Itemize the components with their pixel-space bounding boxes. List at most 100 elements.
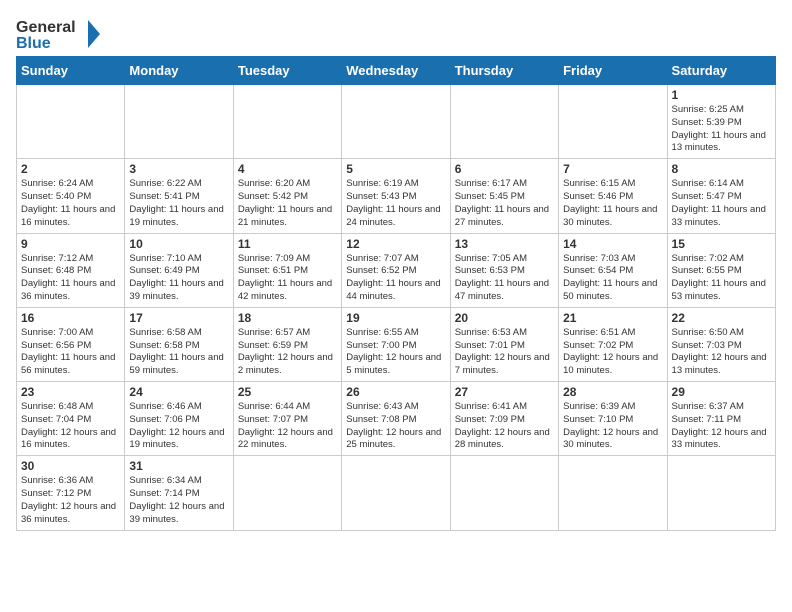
day-number: 5 bbox=[346, 162, 445, 176]
day-number: 10 bbox=[129, 237, 228, 251]
day-number: 20 bbox=[455, 311, 554, 325]
calendar-header-row: SundayMondayTuesdayWednesdayThursdayFrid… bbox=[17, 57, 776, 85]
day-info: Sunrise: 7:07 AM Sunset: 6:52 PM Dayligh… bbox=[346, 253, 445, 304]
day-info: Sunrise: 7:12 AM Sunset: 6:48 PM Dayligh… bbox=[21, 253, 120, 304]
day-number: 15 bbox=[672, 237, 771, 251]
calendar-table: SundayMondayTuesdayWednesdayThursdayFrid… bbox=[16, 56, 776, 531]
calendar-cell: 23Sunrise: 6:48 AM Sunset: 7:04 PM Dayli… bbox=[17, 382, 125, 456]
day-info: Sunrise: 6:24 AM Sunset: 5:40 PM Dayligh… bbox=[21, 178, 120, 229]
day-info: Sunrise: 6:39 AM Sunset: 7:10 PM Dayligh… bbox=[563, 401, 662, 452]
day-info: Sunrise: 6:25 AM Sunset: 5:39 PM Dayligh… bbox=[672, 104, 771, 155]
day-info: Sunrise: 6:15 AM Sunset: 5:46 PM Dayligh… bbox=[563, 178, 662, 229]
day-info: Sunrise: 6:44 AM Sunset: 7:07 PM Dayligh… bbox=[238, 401, 337, 452]
day-number: 29 bbox=[672, 385, 771, 399]
day-number: 23 bbox=[21, 385, 120, 399]
calendar-cell: 8 Sunrise: 6:14 AM Sunset: 5:47 PM Daylig… bbox=[667, 159, 775, 233]
day-number: 16 bbox=[21, 311, 120, 325]
day-info: Sunrise: 7:09 AM Sunset: 6:51 PM Dayligh… bbox=[238, 253, 337, 304]
day-info: Sunrise: 6:34 AM Sunset: 7:14 PM Dayligh… bbox=[129, 475, 228, 526]
day-info: Sunrise: 6:22 AM Sunset: 5:41 PM Dayligh… bbox=[129, 178, 228, 229]
day-info: Sunrise: 6:50 AM Sunset: 7:03 PM Dayligh… bbox=[672, 327, 771, 378]
calendar-cell: 6Sunrise: 6:17 AM Sunset: 5:45 PM Daylig… bbox=[450, 159, 558, 233]
calendar-cell bbox=[17, 85, 125, 159]
svg-text:Blue: Blue bbox=[16, 35, 51, 52]
page-header: GeneralBlue bbox=[16, 16, 776, 52]
day-info: Sunrise: 7:05 AM Sunset: 6:53 PM Dayligh… bbox=[455, 253, 554, 304]
day-info: Sunrise: 6:57 AM Sunset: 6:59 PM Dayligh… bbox=[238, 327, 337, 378]
calendar-cell: 2 Sunrise: 6:24 AM Sunset: 5:40 PM Daylig… bbox=[17, 159, 125, 233]
calendar-cell bbox=[342, 456, 450, 530]
calendar-cell: 17 Sunrise: 6:58 AM Sunset: 6:58 PM Dayli… bbox=[125, 307, 233, 381]
calendar-cell: 20 Sunrise: 6:53 AM Sunset: 7:01 PM Dayli… bbox=[450, 307, 558, 381]
calendar-week-2: 9 Sunrise: 7:12 AM Sunset: 6:48 PM Daylig… bbox=[17, 233, 776, 307]
calendar-cell: 29Sunrise: 6:37 AM Sunset: 7:11 PM Dayli… bbox=[667, 382, 775, 456]
calendar-week-3: 16 Sunrise: 7:00 AM Sunset: 6:56 PM Dayli… bbox=[17, 307, 776, 381]
calendar-cell bbox=[450, 85, 558, 159]
weekday-header-wednesday: Wednesday bbox=[342, 57, 450, 85]
day-info: Sunrise: 6:53 AM Sunset: 7:01 PM Dayligh… bbox=[455, 327, 554, 378]
calendar-cell: 31 Sunrise: 6:34 AM Sunset: 7:14 PM Dayli… bbox=[125, 456, 233, 530]
day-number: 4 bbox=[238, 162, 337, 176]
weekday-header-monday: Monday bbox=[125, 57, 233, 85]
day-info: Sunrise: 6:36 AM Sunset: 7:12 PM Dayligh… bbox=[21, 475, 120, 526]
day-info: Sunrise: 6:14 AM Sunset: 5:47 PM Dayligh… bbox=[672, 178, 771, 229]
day-number: 9 bbox=[21, 237, 120, 251]
logo: GeneralBlue bbox=[16, 16, 106, 52]
calendar-cell: 24 Sunrise: 6:46 AM Sunset: 7:06 PM Dayli… bbox=[125, 382, 233, 456]
day-number: 12 bbox=[346, 237, 445, 251]
calendar-cell bbox=[450, 456, 558, 530]
calendar-cell bbox=[559, 456, 667, 530]
day-number: 26 bbox=[346, 385, 445, 399]
weekday-header-thursday: Thursday bbox=[450, 57, 558, 85]
calendar-cell bbox=[559, 85, 667, 159]
calendar-cell: 26 Sunrise: 6:43 AM Sunset: 7:08 PM Dayli… bbox=[342, 382, 450, 456]
calendar-cell: 28 Sunrise: 6:39 AM Sunset: 7:10 PM Dayli… bbox=[559, 382, 667, 456]
day-info: Sunrise: 6:55 AM Sunset: 7:00 PM Dayligh… bbox=[346, 327, 445, 378]
calendar-week-4: 23Sunrise: 6:48 AM Sunset: 7:04 PM Dayli… bbox=[17, 382, 776, 456]
day-number: 14 bbox=[563, 237, 662, 251]
day-number: 31 bbox=[129, 459, 228, 473]
calendar-cell: 15Sunrise: 7:02 AM Sunset: 6:55 PM Dayli… bbox=[667, 233, 775, 307]
weekday-header-sunday: Sunday bbox=[17, 57, 125, 85]
calendar-cell: 9 Sunrise: 7:12 AM Sunset: 6:48 PM Daylig… bbox=[17, 233, 125, 307]
day-info: Sunrise: 7:00 AM Sunset: 6:56 PM Dayligh… bbox=[21, 327, 120, 378]
calendar-cell: 12 Sunrise: 7:07 AM Sunset: 6:52 PM Dayli… bbox=[342, 233, 450, 307]
calendar-cell: 10 Sunrise: 7:10 AM Sunset: 6:49 PM Dayli… bbox=[125, 233, 233, 307]
calendar-cell bbox=[233, 85, 341, 159]
day-number: 28 bbox=[563, 385, 662, 399]
calendar-cell: 14Sunrise: 7:03 AM Sunset: 6:54 PM Dayli… bbox=[559, 233, 667, 307]
day-number: 11 bbox=[238, 237, 337, 251]
day-info: Sunrise: 6:19 AM Sunset: 5:43 PM Dayligh… bbox=[346, 178, 445, 229]
calendar-cell: 27 Sunrise: 6:41 AM Sunset: 7:09 PM Dayli… bbox=[450, 382, 558, 456]
calendar-cell: 1Sunrise: 6:25 AM Sunset: 5:39 PM Daylig… bbox=[667, 85, 775, 159]
day-number: 18 bbox=[238, 311, 337, 325]
weekday-header-tuesday: Tuesday bbox=[233, 57, 341, 85]
calendar-week-1: 2 Sunrise: 6:24 AM Sunset: 5:40 PM Daylig… bbox=[17, 159, 776, 233]
day-number: 2 bbox=[21, 162, 120, 176]
day-number: 30 bbox=[21, 459, 120, 473]
day-info: Sunrise: 6:58 AM Sunset: 6:58 PM Dayligh… bbox=[129, 327, 228, 378]
svg-text:General: General bbox=[16, 19, 76, 36]
calendar-cell: 19 Sunrise: 6:55 AM Sunset: 7:00 PM Dayli… bbox=[342, 307, 450, 381]
day-number: 8 bbox=[672, 162, 771, 176]
calendar-cell bbox=[342, 85, 450, 159]
day-info: Sunrise: 6:17 AM Sunset: 5:45 PM Dayligh… bbox=[455, 178, 554, 229]
day-info: Sunrise: 7:10 AM Sunset: 6:49 PM Dayligh… bbox=[129, 253, 228, 304]
day-number: 7 bbox=[563, 162, 662, 176]
day-number: 24 bbox=[129, 385, 228, 399]
day-info: Sunrise: 6:20 AM Sunset: 5:42 PM Dayligh… bbox=[238, 178, 337, 229]
day-info: Sunrise: 6:41 AM Sunset: 7:09 PM Dayligh… bbox=[455, 401, 554, 452]
calendar-cell: 11 Sunrise: 7:09 AM Sunset: 6:51 PM Dayli… bbox=[233, 233, 341, 307]
day-number: 27 bbox=[455, 385, 554, 399]
day-number: 19 bbox=[346, 311, 445, 325]
day-number: 25 bbox=[238, 385, 337, 399]
calendar-cell: 3Sunrise: 6:22 AM Sunset: 5:41 PM Daylig… bbox=[125, 159, 233, 233]
day-info: Sunrise: 6:46 AM Sunset: 7:06 PM Dayligh… bbox=[129, 401, 228, 452]
day-number: 17 bbox=[129, 311, 228, 325]
day-info: Sunrise: 6:43 AM Sunset: 7:08 PM Dayligh… bbox=[346, 401, 445, 452]
calendar-cell: 25 Sunrise: 6:44 AM Sunset: 7:07 PM Dayli… bbox=[233, 382, 341, 456]
weekday-header-saturday: Saturday bbox=[667, 57, 775, 85]
calendar-cell: 13Sunrise: 7:05 AM Sunset: 6:53 PM Dayli… bbox=[450, 233, 558, 307]
day-number: 21 bbox=[563, 311, 662, 325]
calendar-cell: 4 Sunrise: 6:20 AM Sunset: 5:42 PM Daylig… bbox=[233, 159, 341, 233]
